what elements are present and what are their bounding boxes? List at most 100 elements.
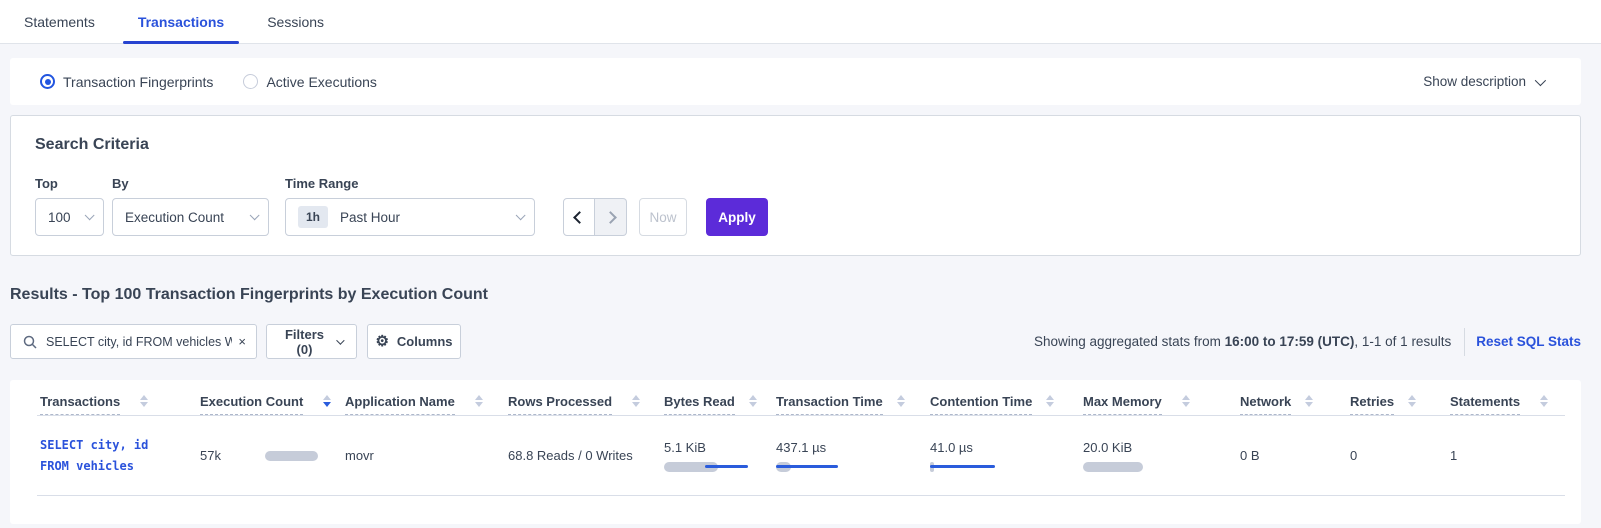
cell-contention-time: 41.0 µs — [930, 440, 1083, 472]
time-range-select[interactable]: 1h Past Hour — [285, 198, 535, 236]
time-pager — [563, 198, 627, 236]
search-input[interactable] — [46, 335, 232, 349]
column-header-application-name: Application Name — [345, 394, 508, 415]
sql-activity-tabs: Statements Transactions Sessions — [0, 0, 1601, 44]
table-header-row: Transactions Execution Count Application… — [10, 394, 1581, 415]
transaction-time-bar — [776, 462, 866, 472]
columns-label: Columns — [397, 334, 453, 349]
cell-statements: 1 — [1450, 448, 1570, 463]
sort-icon[interactable] — [1408, 395, 1416, 407]
max-memory-bar — [1083, 462, 1173, 472]
cell-execution-count: 57k — [200, 448, 345, 463]
sort-icon[interactable] — [749, 395, 757, 407]
cell-max-memory: 20.0 KiB — [1083, 440, 1240, 472]
column-header-contention-time: Contention Time — [930, 394, 1083, 415]
sort-icon[interactable] — [475, 395, 483, 407]
radio-label: Active Executions — [266, 74, 377, 90]
cell-transaction-fingerprint: SELECT city, idFROM vehicles — [40, 435, 200, 477]
search-icon — [23, 335, 37, 349]
column-header-transaction-time: Transaction Time — [776, 394, 930, 415]
search-criteria-title: Search Criteria — [35, 136, 1556, 154]
apply-button[interactable]: Apply — [706, 198, 768, 236]
cell-bytes-read: 5.1 KiB — [664, 440, 776, 472]
cell-retries: 0 — [1350, 448, 1450, 463]
top-field: Top 100 — [35, 176, 104, 236]
column-header-statements: Statements — [1450, 394, 1570, 415]
chevron-left-icon — [573, 211, 586, 224]
by-select-value: Execution Count — [125, 210, 224, 225]
sort-icon[interactable] — [632, 395, 640, 407]
stats-summary: Showing aggregated stats from 16:00 to 1… — [1034, 328, 1581, 356]
clear-search-icon[interactable]: × — [232, 334, 246, 349]
radio-transaction-fingerprints[interactable]: Transaction Fingerprints — [40, 74, 213, 90]
columns-button[interactable]: ⚙ Columns — [367, 324, 461, 359]
sort-icon[interactable] — [1182, 395, 1190, 407]
column-header-rows-processed: Rows Processed — [508, 394, 664, 415]
table-row: SELECT city, idFROM vehicles 57k movr 68… — [10, 416, 1581, 495]
transaction-fingerprint-link[interactable]: SELECT city, idFROM vehicles — [40, 435, 200, 477]
time-range-label: Time Range — [285, 176, 555, 191]
filters-button[interactable]: Filters (0) — [266, 324, 357, 359]
sort-icon[interactable] — [1305, 395, 1313, 407]
top-label: Top — [35, 176, 104, 191]
chevron-right-icon — [604, 211, 617, 224]
gear-icon: ⚙ — [375, 334, 388, 349]
sort-desc-icon[interactable] — [323, 395, 331, 407]
radio-label: Transaction Fingerprints — [63, 74, 213, 90]
contention-time-bar — [930, 462, 1020, 472]
chevron-down-icon — [336, 336, 344, 344]
time-range-value: Past Hour — [340, 210, 400, 225]
column-header-bytes-read: Bytes Read — [664, 394, 776, 415]
transactions-table: Transactions Execution Count Application… — [10, 380, 1581, 524]
search-criteria-panel: Search Criteria Top 100 By Execution Cou… — [10, 115, 1581, 256]
chevron-down-icon — [250, 210, 260, 220]
tab-transactions[interactable]: Transactions — [123, 0, 239, 43]
filters-label: Filters (0) — [281, 327, 328, 357]
next-time-button[interactable] — [595, 198, 627, 236]
sort-icon[interactable] — [1046, 395, 1054, 407]
by-field: By Execution Count — [112, 176, 269, 236]
sort-icon[interactable] — [140, 395, 148, 407]
chevron-down-icon — [1535, 74, 1546, 85]
cell-network: 0 B — [1240, 448, 1350, 463]
column-header-retries: Retries — [1350, 394, 1450, 415]
stats-text: Showing aggregated stats from 16:00 to 1… — [1034, 334, 1451, 349]
row-divider — [37, 495, 1565, 496]
search-criteria-controls: Top 100 By Execution Count Time Range 1h… — [35, 176, 1556, 236]
bytes-read-bar — [664, 462, 754, 472]
tab-sessions[interactable]: Sessions — [252, 0, 339, 43]
view-toggle-row: Transaction Fingerprints Active Executio… — [10, 58, 1581, 105]
show-description-label: Show description — [1423, 74, 1526, 89]
chevron-down-icon — [85, 210, 95, 220]
top-select[interactable]: 100 — [35, 198, 104, 236]
tab-statements[interactable]: Statements — [9, 0, 110, 43]
column-header-network: Network — [1240, 394, 1350, 415]
radio-selected-icon — [40, 74, 55, 89]
cell-rows-processed: 68.8 Reads / 0 Writes — [508, 448, 664, 463]
divider — [1464, 328, 1465, 356]
column-header-max-memory: Max Memory — [1083, 394, 1240, 415]
cell-application-name: movr — [345, 448, 508, 463]
column-header-transactions: Transactions — [40, 394, 200, 415]
search-box: × — [10, 324, 257, 359]
results-heading: Results - Top 100 Transaction Fingerprin… — [10, 286, 1601, 304]
radio-unselected-icon — [243, 74, 258, 89]
results-controls: × Filters (0) ⚙ Columns Showing aggregat… — [10, 324, 1581, 359]
now-button[interactable]: Now — [639, 198, 687, 236]
show-description-toggle[interactable]: Show description — [1423, 74, 1561, 89]
by-select[interactable]: Execution Count — [112, 198, 269, 236]
by-label: By — [112, 176, 269, 191]
column-header-execution-count: Execution Count — [200, 394, 345, 415]
top-select-value: 100 — [48, 210, 71, 225]
transactions-page: Statements Transactions Sessions Transac… — [0, 0, 1601, 524]
radio-active-executions[interactable]: Active Executions — [243, 74, 377, 90]
sort-icon[interactable] — [897, 395, 905, 407]
previous-time-button[interactable] — [563, 198, 595, 236]
reset-sql-stats-link[interactable]: Reset SQL Stats — [1476, 334, 1581, 349]
sort-icon[interactable] — [1540, 395, 1548, 407]
time-range-field: Time Range 1h Past Hour — [285, 176, 555, 236]
execution-count-bar — [265, 451, 325, 461]
time-range-badge: 1h — [298, 206, 328, 228]
cell-transaction-time: 437.1 µs — [776, 440, 930, 472]
chevron-down-icon — [516, 210, 526, 220]
